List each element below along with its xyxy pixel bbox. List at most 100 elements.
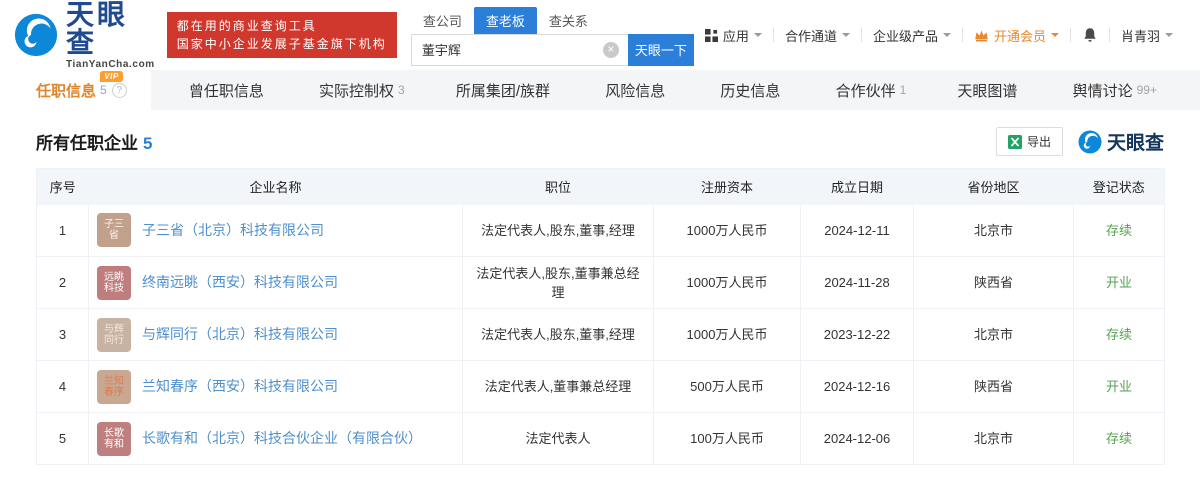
- cell-status: 开业: [1073, 256, 1165, 309]
- table-header-row: 序号 企业名称 职位 注册资本 成立日期 省份地区 登记状态: [36, 168, 1165, 205]
- top-menu: 应用 合作通道 企业级产品 开通会员 肖青羽: [694, 26, 1184, 45]
- search-tab[interactable]: 查公司: [411, 7, 474, 34]
- cell-status: 存续: [1073, 412, 1165, 465]
- cell-region: 陕西省: [913, 360, 1074, 413]
- company-link[interactable]: 与辉同行（北京）科技有限公司: [142, 325, 338, 344]
- nav-item[interactable]: 实际控制权 3: [306, 70, 418, 110]
- nav-item-label: 所属集团/族群: [455, 82, 551, 100]
- cell-index: 3: [36, 308, 89, 361]
- company-logo: 兰知 春序: [97, 369, 131, 404]
- cell-capital: 1000万人民币: [653, 204, 801, 257]
- cell-date: 2024-12-16: [800, 360, 914, 413]
- company-link[interactable]: 终南远眺（西安）科技有限公司: [142, 273, 338, 292]
- nav-item-label: 合作伙伴: [835, 82, 896, 100]
- watermark-logo: 天眼查: [1078, 128, 1164, 155]
- section-head: 所有任职企业 5 导出 天眼查: [36, 127, 1164, 156]
- nav-item[interactable]: 所属集团/族群: [443, 70, 567, 110]
- company-link[interactable]: 兰知春序（西安）科技有限公司: [142, 377, 338, 396]
- cell-region: 北京市: [913, 308, 1074, 361]
- table-row: 1 子三 省 子三省（北京）科技有限公司 法定代表人,股东,董事,经理 1000…: [36, 204, 1165, 257]
- search-button[interactable]: 天眼一下: [627, 33, 694, 66]
- column-header-index: 序号: [36, 168, 89, 205]
- menu-open-membership[interactable]: 开通会员: [963, 26, 1070, 45]
- crown-icon: [974, 29, 989, 42]
- positions-table: 序号 企业名称 职位 注册资本 成立日期 省份地区 登记状态 1 子三 省 子三…: [36, 168, 1165, 465]
- section-count: 5: [143, 134, 153, 153]
- section-nav: VIP 任职信息 5 ? 曾任职信息 实际控制权 3 所属集团/族群 风险信息 …: [0, 70, 1200, 110]
- menu-apps-label: 应用: [722, 28, 749, 44]
- cell-company: 子三 省 子三省（北京）科技有限公司: [88, 204, 463, 257]
- promo-line-2: 国家中小企业发展子基金旗下机构: [176, 37, 387, 51]
- cell-region: 北京市: [913, 204, 1074, 257]
- export-button[interactable]: 导出: [995, 127, 1063, 156]
- section-title-text: 所有任职企业: [36, 134, 138, 153]
- cell-capital: 100万人民币: [653, 412, 801, 465]
- cell-index: 1: [36, 204, 89, 257]
- cell-status: 存续: [1073, 308, 1165, 361]
- cell-date: 2024-11-28: [800, 256, 914, 309]
- nav-item[interactable]: 舆情讨论 99+: [1060, 70, 1170, 110]
- company-logo: 与辉 同行: [97, 317, 131, 352]
- cell-position: 法定代表人,股东,董事兼总经理: [462, 256, 654, 309]
- tianyancha-logo-icon: [1078, 130, 1102, 154]
- cell-company: 与辉 同行 与辉同行（北京）科技有限公司: [88, 308, 463, 361]
- chevron-down-icon: [1165, 33, 1173, 41]
- top-header: 天眼查 TianYanCha.com 都在用的商业查询工具 国家中小企业发展子基…: [0, 0, 1200, 70]
- search-input[interactable]: [410, 33, 628, 66]
- nav-item-label: 风险信息: [605, 82, 666, 100]
- cell-status: 开业: [1073, 360, 1165, 413]
- logo-domain: TianYanCha.com: [66, 58, 155, 70]
- cell-region: 北京市: [913, 412, 1074, 465]
- company-logo: 子三 省: [97, 213, 131, 248]
- menu-enterprise-products[interactable]: 企业级产品: [862, 26, 962, 45]
- company-link[interactable]: 长歌有和（北京）科技合伙企业（有限合伙）: [142, 429, 422, 448]
- table-row: 4 兰知 春序 兰知春序（西安）科技有限公司 法定代表人,董事兼总经理 500万…: [36, 360, 1165, 413]
- nav-item[interactable]: 风险信息: [592, 70, 682, 110]
- user-menu[interactable]: 肖青羽: [1110, 26, 1184, 45]
- nav-item-label: 曾任职信息: [188, 82, 264, 100]
- menu-apps[interactable]: 应用: [694, 26, 773, 45]
- cell-capital: 500万人民币: [653, 360, 801, 413]
- promo-badge: 都在用的商业查询工具 国家中小企业发展子基金旗下机构: [166, 12, 397, 58]
- clear-icon[interactable]: ×: [602, 41, 619, 58]
- nav-item[interactable]: 天眼图谱: [944, 70, 1034, 110]
- nav-item[interactable]: 历史信息: [707, 70, 797, 110]
- notifications-button[interactable]: [1071, 27, 1109, 44]
- nav-item[interactable]: 曾任职信息: [176, 70, 281, 110]
- chevron-down-icon: [841, 33, 850, 41]
- menu-vip-label: 开通会员: [993, 28, 1046, 44]
- cell-date: 2024-12-11: [800, 204, 914, 257]
- search-tab[interactable]: 查老板: [473, 6, 537, 34]
- cell-index: 2: [36, 256, 89, 309]
- nav-item-count: 5: [100, 83, 107, 97]
- menu-partner-channel[interactable]: 合作通道: [774, 26, 861, 45]
- nav-item-label: 任职信息: [36, 82, 97, 100]
- nav-item[interactable]: 合作伙伴 1: [823, 70, 920, 110]
- cell-region: 陕西省: [913, 256, 1074, 309]
- help-icon[interactable]: ?: [111, 82, 127, 98]
- excel-icon: [1007, 134, 1022, 149]
- vip-badge: VIP: [100, 71, 123, 82]
- nav-item-label: 天眼图谱: [957, 82, 1018, 100]
- table-row: 2 远眺 科技 终南远眺（西安）科技有限公司 法定代表人,股东,董事兼总经理 1…: [36, 256, 1165, 309]
- watermark-text: 天眼查: [1106, 133, 1164, 154]
- nav-item-count: 99+: [1136, 83, 1157, 97]
- cell-index: 5: [36, 412, 89, 465]
- nav-item[interactable]: VIP 任职信息 5 ?: [0, 70, 151, 110]
- nav-item-label: 实际控制权: [319, 82, 395, 100]
- page-title: 所有任职企业 5: [36, 129, 152, 154]
- search-tabs: 查公司 查老板 查关系: [411, 6, 694, 34]
- cell-date: 2023-12-22: [800, 308, 914, 361]
- menu-partner-label: 合作通道: [784, 28, 837, 44]
- chevron-down-icon: [942, 33, 951, 41]
- company-link[interactable]: 子三省（北京）科技有限公司: [142, 221, 324, 240]
- table-row: 3 与辉 同行 与辉同行（北京）科技有限公司 法定代表人,股东,董事,经理 10…: [36, 308, 1165, 361]
- search-tab[interactable]: 查关系: [537, 7, 600, 34]
- export-label: 导出: [1026, 135, 1051, 149]
- company-logo: 长歌 有和: [97, 421, 131, 456]
- logo-title: 天眼查: [66, 0, 129, 58]
- cell-position: 法定代表人,股东,董事,经理: [462, 308, 654, 361]
- cell-date: 2024-12-06: [800, 412, 914, 465]
- nav-item-label: 历史信息: [720, 82, 781, 100]
- tianyancha-logo[interactable]: 天眼查 TianYanCha.com: [14, 0, 155, 70]
